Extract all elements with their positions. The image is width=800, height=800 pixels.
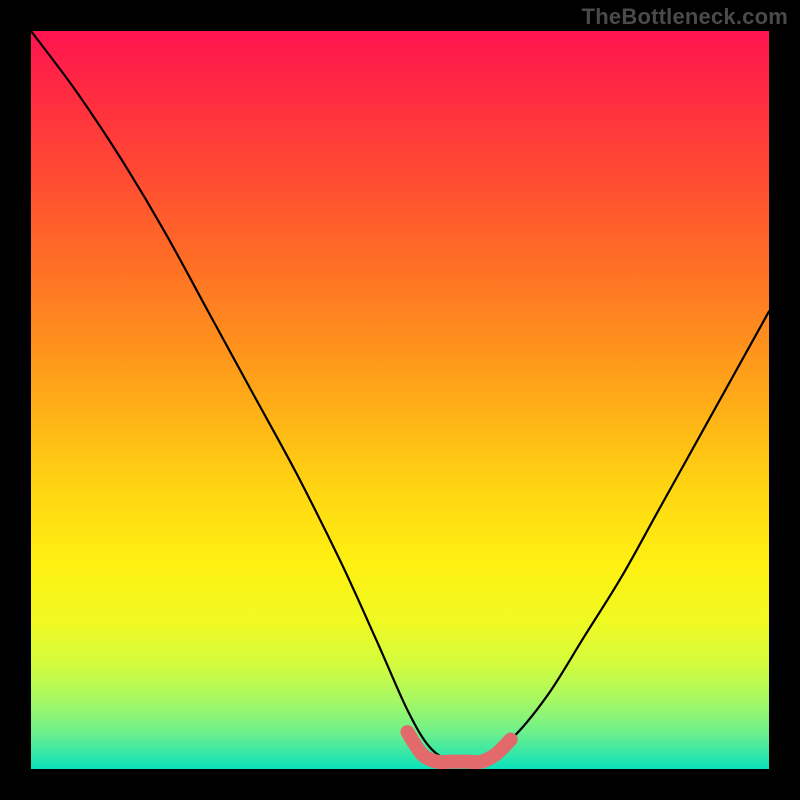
chart-frame: TheBottleneck.com (0, 0, 800, 800)
watermark-label: TheBottleneck.com (582, 4, 788, 30)
bottleneck-curve-path (31, 31, 769, 764)
plot-area (31, 31, 769, 769)
curve-layer (31, 31, 769, 769)
